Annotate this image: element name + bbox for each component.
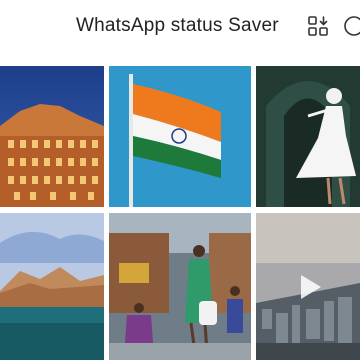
status-thumbnail[interactable] [0, 213, 104, 360]
status-thumbnail[interactable] [0, 66, 104, 207]
media-grid [0, 66, 360, 360]
status-thumbnail[interactable] [109, 213, 251, 360]
app-title: WhatsApp status Saver [76, 15, 279, 36]
play-icon [301, 274, 321, 299]
more-icon[interactable] [340, 14, 360, 38]
status-thumbnail[interactable] [109, 66, 251, 207]
download-all-icon[interactable] [306, 14, 330, 38]
status-thumbnail[interactable] [256, 66, 360, 207]
status-thumbnail[interactable] [256, 213, 360, 360]
app-bar: WhatsApp status Saver [0, 0, 360, 58]
